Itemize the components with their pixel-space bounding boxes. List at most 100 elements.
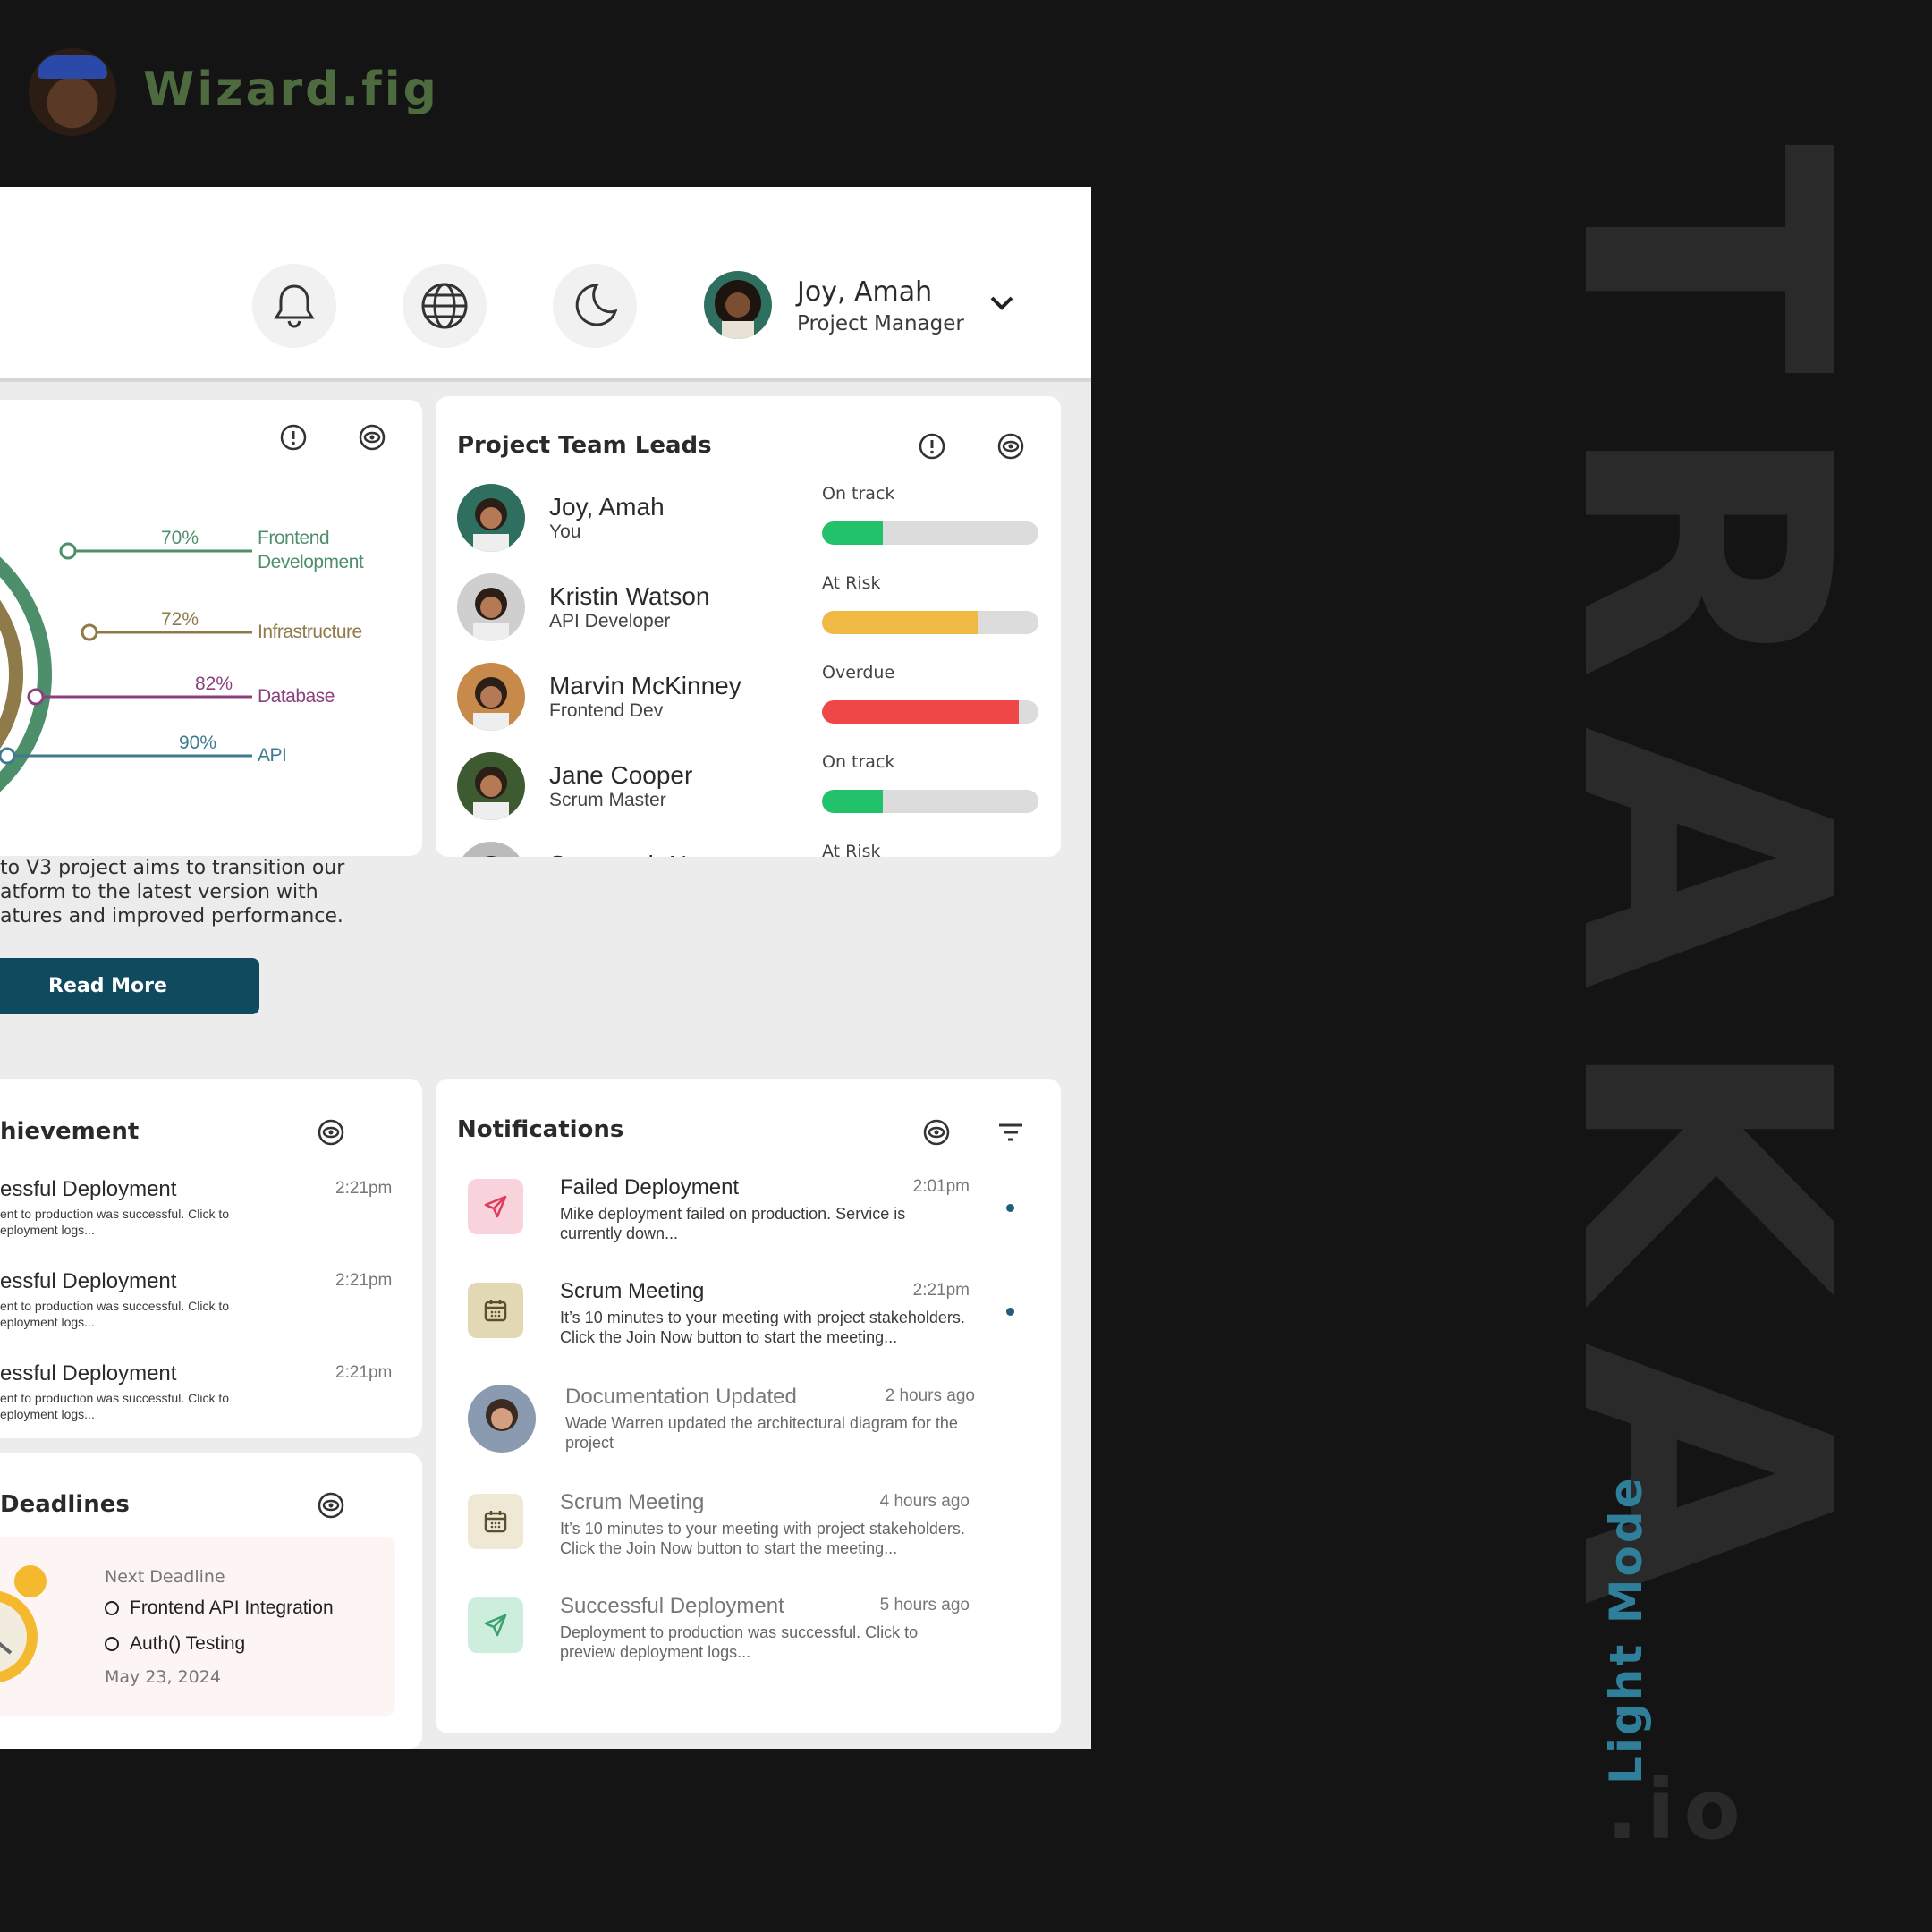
value-marker xyxy=(0,747,16,765)
series-name: Database xyxy=(258,686,335,707)
deadlines-card: Deadlines Next Deadline Frontend API Int… xyxy=(0,1453,422,1749)
value-marker xyxy=(80,623,98,641)
filter-icon xyxy=(999,1123,1022,1141)
achievement-item-title: essful Deployment xyxy=(0,1361,177,1385)
achievement-item-time: 2:21pm xyxy=(335,1179,393,1198)
calendar-icon xyxy=(484,1300,507,1322)
notification-icon xyxy=(468,1283,523,1338)
theme-toggle-button[interactable] xyxy=(553,264,637,348)
view-button[interactable] xyxy=(315,1489,347,1521)
notifications-button[interactable] xyxy=(252,264,336,348)
notification-time: 2 hours ago xyxy=(885,1386,975,1405)
series-name: Development xyxy=(258,552,364,572)
notification-time: 2:01pm xyxy=(912,1177,970,1196)
notification-time: 5 hours ago xyxy=(879,1596,970,1614)
deadlines-title: Deadlines xyxy=(0,1491,130,1518)
series-percent: 82% xyxy=(195,674,233,694)
globe-icon xyxy=(421,283,468,329)
avatar xyxy=(468,1385,536,1453)
team-lead-status: At Risk xyxy=(822,573,881,593)
achievement-item-body: ent to production was successful. Click … xyxy=(0,1299,230,1313)
progress-bar-fill xyxy=(822,790,883,813)
next-deadline-label: Next Deadline xyxy=(105,1567,225,1587)
notification-title: Scrum Meeting xyxy=(560,1279,705,1303)
brand-vertical-text: TRAKA xyxy=(1505,143,1902,1650)
team-lead-role: API Developer xyxy=(549,611,671,631)
notifications-card: Notifications Failed Deployment 2:01pm M… xyxy=(436,1079,1061,1733)
notification-body: Mike deployment failed on production. Se… xyxy=(560,1205,906,1242)
team-lead-status: At Risk xyxy=(822,842,881,857)
deadline-task[interactable]: Frontend API Integration xyxy=(105,1597,334,1619)
series-percent: 90% xyxy=(179,733,217,753)
moon-icon xyxy=(575,284,618,326)
description-line-3: atures and improved performance. xyxy=(0,905,343,928)
team-lead-name: Marvin McKinney xyxy=(549,672,741,699)
progress-bar xyxy=(822,611,1038,634)
team-lead-status: On track xyxy=(822,484,895,504)
read-more-button[interactable]: Read More xyxy=(0,958,259,1014)
eye-icon xyxy=(997,433,1024,460)
notification-body: It’s 10 minutes to your meeting with pro… xyxy=(560,1309,965,1346)
achievement-item-time: 2:21pm xyxy=(335,1271,393,1290)
team-lead-role: Scrum Master xyxy=(549,790,666,810)
progress-bar-fill xyxy=(822,611,979,634)
info-icon xyxy=(919,433,945,460)
alarm-clock-icon xyxy=(0,1565,47,1683)
view-button[interactable] xyxy=(920,1116,953,1148)
progress-bar-fill xyxy=(822,700,1020,724)
team-lead-role: Frontend Dev xyxy=(549,700,664,721)
achievement-item-body: eployment logs... xyxy=(0,1223,95,1237)
user-name: Joy, Amah xyxy=(797,276,933,308)
value-marker xyxy=(59,542,77,560)
deadline-task[interactable]: Auth() Testing xyxy=(105,1633,245,1655)
filter-button[interactable] xyxy=(995,1116,1027,1148)
team-lead-status: On track xyxy=(822,752,895,772)
deadline-date: May 23, 2024 xyxy=(105,1667,221,1687)
achievement-item-body: eployment logs... xyxy=(0,1315,95,1329)
achievement-title: hievement xyxy=(0,1118,140,1145)
project-description-text: to V3 project aims to transition our atf… xyxy=(0,856,344,928)
language-button[interactable] xyxy=(402,264,487,348)
team-leads-title: Project Team Leads xyxy=(457,432,712,459)
avatar xyxy=(457,573,525,641)
user-role: Project Manager xyxy=(797,312,964,335)
team-lead-status: Overdue xyxy=(822,663,895,682)
team-lead-role: You xyxy=(549,521,581,542)
notification-title: Successful Deployment xyxy=(560,1594,784,1618)
achievement-card: hievement essful Deployment 2:21pm ent t… xyxy=(0,1079,422,1438)
dashboard: Joy, Amah Project Manager 70% Frontend Dev… xyxy=(0,187,1091,1749)
series-percent: 70% xyxy=(161,528,199,548)
notification-icon xyxy=(468,1179,523,1234)
achievement-item-body: ent to production was successful. Click … xyxy=(0,1391,230,1405)
series-percent: 72% xyxy=(161,609,199,630)
notification-body: Deployment to production was successful.… xyxy=(560,1623,919,1661)
user-menu-button[interactable] xyxy=(989,294,1014,317)
top-bar: Joy, Amah Project Manager xyxy=(0,187,1091,382)
progress-bar xyxy=(822,521,1038,545)
avatar xyxy=(457,842,525,857)
value-marker xyxy=(27,688,45,706)
view-button[interactable] xyxy=(315,1116,347,1148)
task-radio-icon xyxy=(105,1601,119,1615)
notification-icon xyxy=(468,1494,523,1549)
achievement-item-title: essful Deployment xyxy=(0,1177,177,1201)
avatar xyxy=(457,663,525,731)
achievement-item-title: essful Deployment xyxy=(0,1269,177,1293)
view-button[interactable] xyxy=(995,430,1027,462)
info-button[interactable] xyxy=(916,430,948,462)
progress-bar xyxy=(822,790,1038,813)
unread-indicator xyxy=(1006,1308,1014,1316)
deadline-task-label: Auth() Testing xyxy=(130,1633,246,1654)
eye-icon xyxy=(318,1119,344,1146)
progress-bar-fill xyxy=(822,521,883,545)
notification-time: 4 hours ago xyxy=(879,1492,970,1511)
eye-icon xyxy=(923,1119,950,1146)
notification-title: Scrum Meeting xyxy=(560,1490,705,1514)
notification-time: 2:21pm xyxy=(912,1281,970,1300)
next-deadline-panel[interactable]: Next Deadline Frontend API Integration A… xyxy=(0,1537,395,1716)
achievement-item-time: 2:21pm xyxy=(335,1363,393,1382)
team-lead-name: Joy, Amah xyxy=(549,493,665,521)
calendar-icon xyxy=(484,1511,507,1533)
notification-body: Wade Warren updated the architectural di… xyxy=(565,1414,958,1452)
user-avatar[interactable] xyxy=(704,271,772,339)
